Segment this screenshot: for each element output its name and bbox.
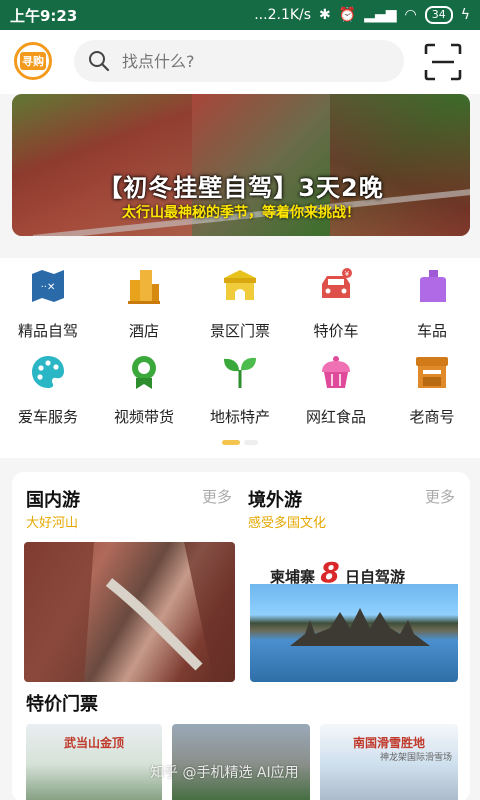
category-local-specialties[interactable]: 地标特产 [192,354,288,427]
network-speed: ...2.1K/s [254,7,312,23]
abroad-more-link[interactable]: 更多 [425,486,455,507]
category-grid: ··✕ 精品自驾 酒店 景区门票 ¥ 特价车 车品 爱车服务 视频带货 地标特产… [0,258,480,458]
search-input[interactable] [122,51,372,71]
logo-text: 寻购 [20,52,46,70]
map-icon: ··✕ [32,270,64,302]
travel-card: 国内游 大好河山 更多 境外游 感受多国文化 更多 柬埔寨 8 日自驾游 特价门… [12,472,470,800]
category-discount-car[interactable]: ¥ 特价车 [288,268,384,341]
category-label: 视频带货 [113,408,174,426]
domestic-title: 国内游 [26,490,80,511]
category-hotel[interactable]: 酒店 [96,268,192,341]
hotel-icon [128,270,160,304]
tickets-title: 特价门票 [26,694,98,715]
category-label: 网红食品 [305,408,366,426]
badge-icon [132,356,156,389]
ticket-caption: 武当山金顶 [63,736,124,750]
ticket-thumb-3[interactable]: 南国滑雪胜地 神龙架国际滑雪场 [320,724,458,800]
ticket-thumb-1[interactable]: 武当山金顶 [26,724,162,800]
app-logo[interactable]: 寻购 [14,42,52,80]
temple-image [290,608,430,646]
category-old-brand[interactable]: 老商号 [384,354,480,427]
abroad-photo-tag: 柬埔寨 8 日自驾游 [270,556,405,589]
palette-icon [32,356,64,388]
charging-icon: ϟ [460,7,470,23]
watermark: 知乎 @手机精选 AI应用 [150,765,299,781]
category-label: 特价车 [313,322,359,340]
category-car-service[interactable]: 爱车服务 [0,354,96,427]
cake-icon [322,356,350,388]
sprout-icon [224,357,256,388]
category-internet-food[interactable]: 网红食品 [288,354,384,427]
category-video-sales[interactable]: 视频带货 [96,354,192,427]
signal-icon: ▂▄▆ [364,7,397,23]
alarm-icon: ⏰ [338,7,357,23]
page-dot-active [222,440,240,445]
category-label: 爱车服务 [17,408,78,426]
battery-icon: 34 [424,6,453,24]
status-icons: ...2.1K/s ✱ ⏰ ▂▄▆ ◠ 34 ϟ [254,6,470,24]
status-bar: 上午9:23 ...2.1K/s ✱ ⏰ ▂▄▆ ◠ 34 ϟ [0,0,480,30]
category-scenic-tickets[interactable]: 景区门票 [192,268,288,341]
category-label: 精品自驾 [17,322,78,340]
domestic-more-link[interactable]: 更多 [202,486,232,507]
abroad-photo[interactable]: 柬埔寨 8 日自驾游 [250,542,458,682]
tag-suffix: 日自驾游 [344,568,405,586]
category-label: 地标特产 [209,408,270,426]
wifi-icon: ◠ [404,7,417,23]
page-indicator [222,440,258,445]
app-header: 寻购 [0,30,480,94]
category-car-products[interactable]: 车品 [384,268,480,341]
gorge-road-image [24,542,235,682]
page-dot [244,440,258,445]
shop-icon [416,357,448,388]
ticket-subcaption: 神龙架国际滑雪场 [379,753,452,763]
category-label: 酒店 [128,322,159,340]
abroad-subtitle: 感受多国文化 [248,516,327,531]
banner-subtitle: 太行山最神秘的季节，等着你来挑战！ [122,205,360,221]
svg-text:··✕: ··✕ [41,282,56,293]
gate-icon [224,270,256,300]
banner-title: 【初冬挂壁自驾】3天2晚 [98,174,384,202]
bottle-icon [420,270,446,302]
abroad-title: 境外游 [248,490,302,511]
promo-banner[interactable]: 【初冬挂壁自驾】3天2晚 太行山最神秘的季节，等着你来挑战！ [12,94,470,236]
category-label: 车品 [416,322,447,340]
category-label: 老商号 [409,408,455,426]
status-time: 上午9:23 [10,6,78,25]
domestic-subtitle: 大好河山 [26,516,79,531]
category-self-drive[interactable]: ··✕ 精品自驾 [0,268,96,341]
tag-prefix: 柬埔寨 [270,568,316,586]
category-label: 景区门票 [209,322,270,340]
tag-number: 8 [320,556,340,589]
scan-icon[interactable] [424,43,462,81]
search-bar[interactable] [74,40,404,82]
search-icon [89,51,110,72]
domestic-photo[interactable] [24,542,235,682]
ticket-caption: 南国滑雪胜地 [352,736,425,750]
bluetooth-icon: ✱ [319,7,331,23]
car-icon: ¥ [322,268,352,298]
svg-text:¥: ¥ [345,270,350,278]
